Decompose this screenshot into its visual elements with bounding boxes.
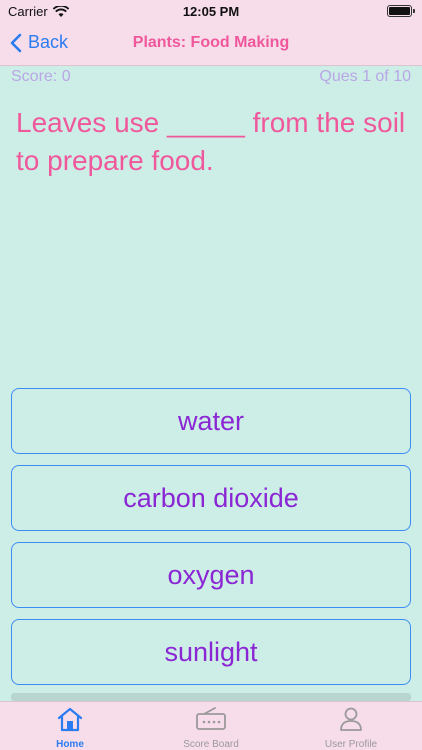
home-icon bbox=[57, 707, 83, 732]
battery-icon bbox=[387, 5, 415, 17]
answer-option-1[interactable]: water bbox=[11, 388, 411, 454]
answer-option-4[interactable]: sunlight bbox=[11, 619, 411, 685]
tab-user-profile[interactable]: User Profile bbox=[281, 702, 421, 750]
tab-score-board-label: Score Board bbox=[183, 739, 239, 750]
tab-user-profile-label: User Profile bbox=[324, 739, 378, 750]
answer-label: oxygen bbox=[167, 559, 255, 590]
user-icon bbox=[340, 707, 362, 731]
tab-score-board[interactable]: Score Board bbox=[141, 702, 281, 750]
status-time: 12:05 PM bbox=[182, 4, 240, 19]
answer-label: sunlight bbox=[164, 636, 258, 667]
scoreboard-icon bbox=[196, 707, 226, 730]
question-text: Leaves use _____ from the soil to prepar… bbox=[16, 107, 406, 176]
status-bar: Carrier 12:05 PM bbox=[0, 0, 422, 22]
tab-home[interactable]: Home bbox=[0, 702, 140, 750]
answer-option-2[interactable]: carbon dioxide bbox=[11, 465, 411, 531]
navigation-bar: Back Plants: Food Making bbox=[0, 22, 422, 66]
answer-option-3[interactable]: oxygen bbox=[11, 542, 411, 608]
top-bar: Carrier 12:05 PM Back Plants: Food Makin… bbox=[0, 0, 422, 66]
tab-bar: Home Score Board User Profile bbox=[0, 701, 422, 750]
page-title: Plants: Food Making bbox=[132, 34, 290, 51]
answer-label: carbon dioxide bbox=[123, 482, 299, 513]
score-row: Score: 0 Ques 1 of 10 bbox=[0, 66, 422, 86]
question-counter: Ques 1 of 10 bbox=[319, 68, 411, 85]
tab-home-label: Home bbox=[56, 739, 84, 750]
score-label: Score: 0 bbox=[11, 68, 71, 85]
bottom-divider bbox=[11, 693, 411, 701]
answer-label: water bbox=[177, 405, 245, 436]
